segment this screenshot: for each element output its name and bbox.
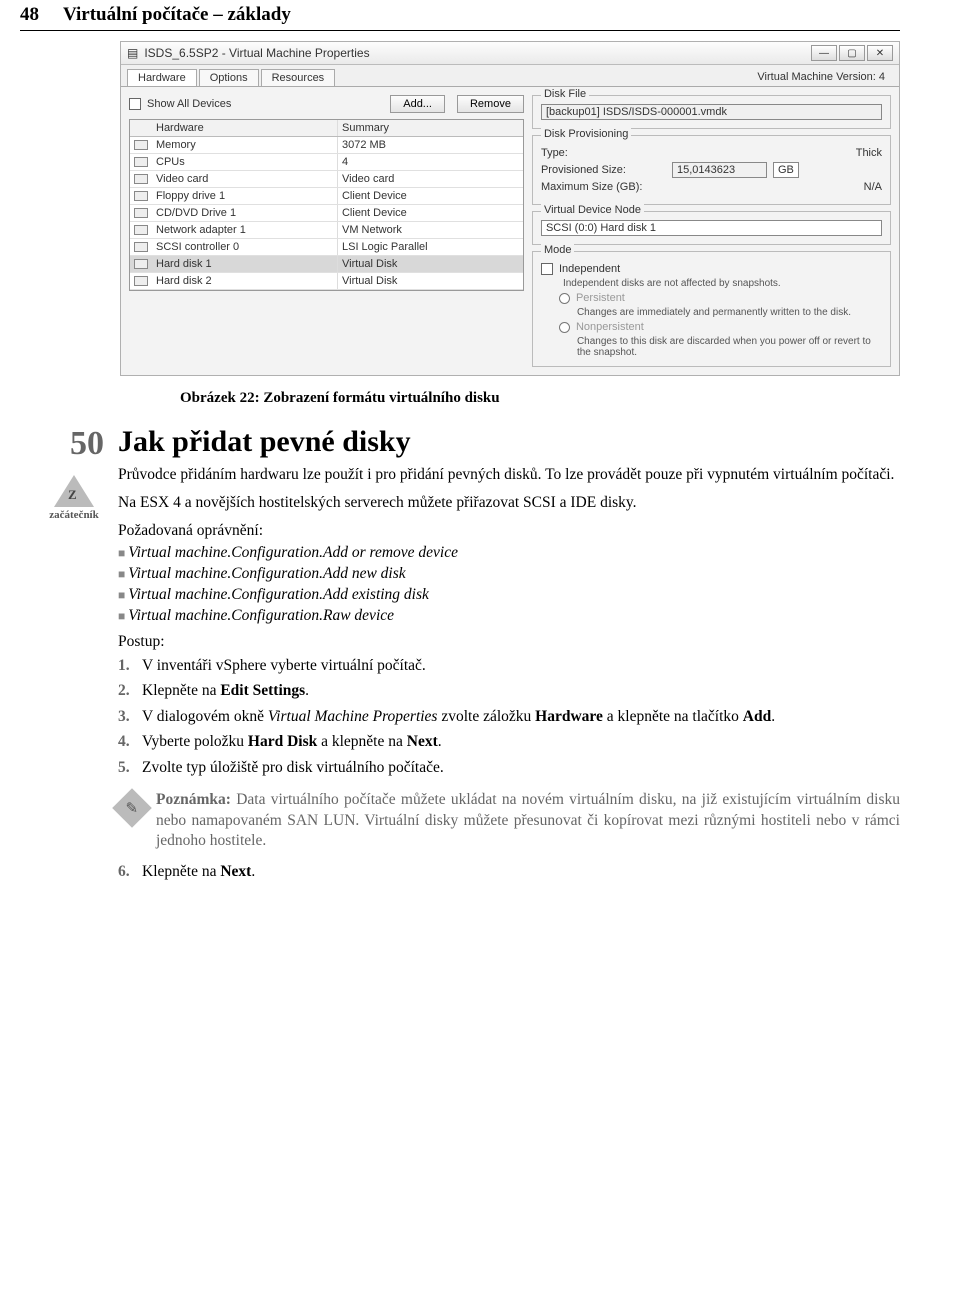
mode-title: Mode — [541, 244, 575, 256]
tab-resources[interactable]: Resources — [261, 69, 336, 86]
permission-item: Virtual machine.Configuration.Add existi… — [118, 586, 900, 604]
col-hardware: Hardware — [152, 120, 338, 136]
col-summary: Summary — [338, 120, 523, 136]
table-row[interactable]: CPUs4 — [130, 154, 523, 171]
step-3: V dialogovém okně Virtual Machine Proper… — [118, 707, 900, 727]
node-select[interactable]: SCSI (0:0) Hard disk 1 — [541, 220, 882, 236]
steps-list: V inventáři vSphere vyberte virtuální po… — [118, 656, 900, 778]
document-body: Obrázek 22: Zobrazení formátu virtuálníh… — [40, 390, 900, 892]
nonpersistent-radio[interactable] — [559, 322, 570, 333]
cd-icon — [134, 208, 148, 218]
prov-size-value[interactable]: 15,0143623 — [672, 162, 767, 178]
disk-file-value: [backup01] ISDS/ISDS-000001.vmdk — [541, 104, 882, 120]
permission-item: Virtual machine.Configuration.Raw device — [118, 607, 900, 625]
titlebar: ▤ ISDS_6.5SP2 - Virtual Machine Properti… — [121, 42, 899, 65]
nonpersistent-label: Nonpersistent — [576, 321, 644, 333]
close-button[interactable]: ✕ — [867, 45, 893, 61]
table-row[interactable]: CD/DVD Drive 1Client Device — [130, 205, 523, 222]
prov-type-label: Type: — [541, 147, 666, 159]
persistent-radio[interactable] — [559, 293, 570, 304]
beginner-icon — [54, 475, 94, 507]
level-label: začátečník — [47, 509, 101, 521]
disk-provisioning-group: Disk Provisioning Type: Thick Provisione… — [532, 135, 891, 205]
disk-prov-title: Disk Provisioning — [541, 128, 631, 140]
table-row[interactable]: Video cardVideo card — [130, 171, 523, 188]
procedure-label: Postup: — [118, 633, 900, 651]
tab-hardware[interactable]: Hardware — [127, 69, 197, 86]
vm-properties-dialog: ▤ ISDS_6.5SP2 - Virtual Machine Properti… — [120, 41, 900, 376]
maximize-button[interactable]: ▢ — [839, 45, 865, 61]
prov-size-unit[interactable]: GB — [773, 162, 799, 178]
note-box: Poznámka: Data virtuálního počítače může… — [118, 790, 900, 851]
nic-icon — [134, 225, 148, 235]
page-header: 48 Virtuální počítače – základy — [20, 0, 900, 31]
table-row[interactable]: Memory3072 MB — [130, 137, 523, 154]
independent-checkbox[interactable] — [541, 263, 553, 275]
paragraph-1: Průvodce přidáním hardwaru lze použít i … — [118, 465, 900, 485]
tab-options[interactable]: Options — [199, 69, 259, 86]
node-title: Virtual Device Node — [541, 204, 644, 216]
level-badge: začátečník — [47, 475, 101, 521]
disk-icon — [134, 259, 148, 269]
floppy-icon — [134, 191, 148, 201]
scsi-icon — [134, 242, 148, 252]
disk-icon — [134, 276, 148, 286]
disk-file-group: Disk File [backup01] ISDS/ISDS-000001.vm… — [532, 95, 891, 129]
permissions-label: Požadovaná oprávnění: — [118, 522, 900, 540]
cpu-icon — [134, 157, 148, 167]
mode-group: Mode Independent Independent disks are n… — [532, 251, 891, 367]
step-1: V inventáři vSphere vyberte virtuální po… — [118, 656, 900, 676]
disk-file-title: Disk File — [541, 88, 589, 100]
steps-list-cont: Klepněte na Next. — [118, 862, 900, 882]
add-button[interactable]: Add... — [390, 95, 445, 113]
page-number: 48 — [20, 4, 39, 26]
app-icon: ▤ — [127, 46, 138, 60]
table-row[interactable]: Hard disk 1Virtual Disk — [130, 256, 523, 273]
step-2: Klepněte na Edit Settings. — [118, 681, 900, 701]
table-row[interactable]: SCSI controller 0LSI Logic Parallel — [130, 239, 523, 256]
nonpersistent-note: Changes to this disk are discarded when … — [577, 336, 882, 358]
note-text: Poznámka: Data virtuálního počítače může… — [156, 790, 900, 851]
memory-icon — [134, 140, 148, 150]
prov-size-label: Provisioned Size: — [541, 164, 666, 176]
step-5: Zvolte typ úložiště pro disk virtuálního… — [118, 758, 900, 778]
page-header-title: Virtuální počítače – základy — [63, 4, 291, 26]
hardware-table: Hardware Summary Memory3072 MB CPUs4 Vid… — [129, 119, 524, 291]
prov-max-value: N/A — [672, 181, 882, 193]
prov-type-value: Thick — [672, 147, 882, 159]
virtual-device-node-group: Virtual Device Node SCSI (0:0) Hard disk… — [532, 211, 891, 245]
minimize-button[interactable]: — — [811, 45, 837, 61]
tip-title: Jak přidat pevné disky — [118, 425, 900, 459]
remove-button[interactable]: Remove — [457, 95, 524, 113]
permissions-list: Virtual machine.Configuration.Add or rem… — [118, 544, 900, 625]
video-icon — [134, 174, 148, 184]
show-all-devices-checkbox[interactable] — [129, 98, 141, 110]
paragraph-2: Na ESX 4 a novějších hostitelských serve… — [118, 493, 900, 513]
window-title: ISDS_6.5SP2 - Virtual Machine Properties — [144, 46, 369, 60]
independent-note: Independent disks are not affected by sn… — [563, 278, 882, 289]
note-icon — [112, 788, 152, 828]
table-row[interactable]: Hard disk 2Virtual Disk — [130, 273, 523, 290]
prov-max-label: Maximum Size (GB): — [541, 181, 666, 193]
vm-version-label: Virtual Machine Version: 4 — [757, 69, 893, 86]
permission-item: Virtual machine.Configuration.Add or rem… — [118, 544, 900, 562]
permission-item: Virtual machine.Configuration.Add new di… — [118, 565, 900, 583]
persistent-label: Persistent — [576, 292, 625, 304]
figure-caption: Obrázek 22: Zobrazení formátu virtuálníh… — [180, 390, 900, 407]
table-row[interactable]: Floppy drive 1Client Device — [130, 188, 523, 205]
table-row[interactable]: Network adapter 1VM Network — [130, 222, 523, 239]
step-6: Klepněte na Next. — [118, 862, 900, 882]
independent-label: Independent — [559, 263, 620, 275]
persistent-note: Changes are immediately and permanently … — [577, 307, 882, 318]
tip-number: 50 — [44, 425, 104, 463]
show-all-devices-label: Show All Devices — [147, 98, 231, 110]
step-4: Vyberte položku Hard Disk a klepněte na … — [118, 732, 900, 752]
tabs-row: Hardware Options Resources Virtual Machi… — [121, 65, 899, 86]
